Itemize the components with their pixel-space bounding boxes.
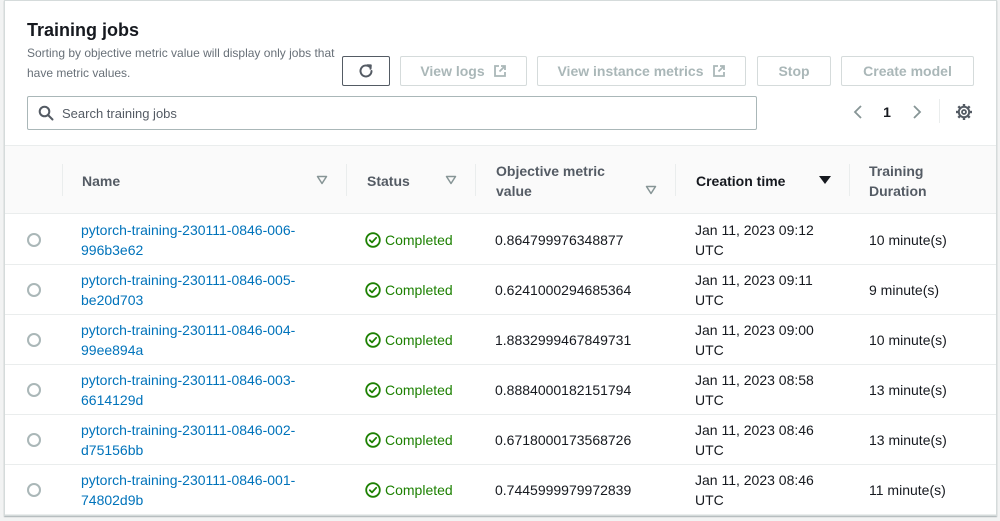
objective-value: 0.7445999979972839 [495,482,632,498]
training-duration: 10 minute(s) [869,232,947,248]
sort-triangle-icon[interactable] [645,185,657,195]
creation-time: Jan 11, 2023 09:00 UTC [695,322,814,358]
status-label: Completed [385,232,453,248]
creation-time: Jan 11, 2023 09:11 UTC [695,272,813,308]
training-jobs-panel: Training jobs Sorting by objective metri… [4,0,997,516]
check-circle-icon [365,332,381,348]
job-name-link[interactable]: pytorch-training-230111-0846-003-6614129… [81,370,331,410]
search-box[interactable] [27,96,757,130]
job-name-link[interactable]: pytorch-training-230111-0846-005-be20d70… [81,270,331,310]
view-logs-label: View logs [420,63,485,79]
training-duration: 13 minute(s) [869,382,947,398]
status-badge: Completed [365,430,453,450]
table-row: pytorch-training-230111-0846-001-74802d9… [5,465,996,515]
creation-time: Jan 11, 2023 09:12 UTC [695,222,814,258]
stop-button[interactable]: Stop [757,56,831,86]
creation-time: Jan 11, 2023 08:46 UTC [695,472,814,508]
external-link-icon [493,65,506,77]
row-select-radio[interactable] [27,383,41,397]
status-badge: Completed [365,280,453,300]
chevron-left-icon [853,105,862,119]
previous-page-button[interactable] [848,101,868,123]
check-circle-icon [365,382,381,398]
status-badge: Completed [365,330,453,350]
column-name-label: Name [82,172,121,189]
job-name-link[interactable]: pytorch-training-230111-0846-002-d75156b… [81,420,331,460]
view-instance-metrics-button[interactable]: View instance metrics [537,56,746,86]
preferences-button[interactable] [953,101,975,123]
column-divider [849,164,850,196]
check-circle-icon [365,282,381,298]
view-instance-metrics-label: View instance metrics [557,63,704,79]
job-name-link[interactable]: pytorch-training-230111-0846-001-74802d9… [81,470,331,510]
training-duration: 13 minute(s) [869,432,947,448]
status-badge: Completed [365,480,453,500]
sort-triangle-icon[interactable] [316,175,328,185]
column-creation-time-label: Creation time [696,172,786,189]
creation-time: Jan 11, 2023 08:46 UTC [695,422,814,458]
status-badge: Completed [365,380,453,400]
job-name-link[interactable]: pytorch-training-230111-0846-004-99ee894… [81,320,331,360]
column-status-label: Status [367,172,410,189]
column-training-duration-label: Training Duration [869,162,927,199]
search-input[interactable] [62,97,756,129]
status-label: Completed [385,382,453,398]
row-select-radio[interactable] [27,483,41,497]
column-objective-label: Objective metric value [496,162,605,199]
refresh-button[interactable] [342,56,390,86]
row-select-radio[interactable] [27,433,41,447]
sort-triangle-icon[interactable] [445,175,457,185]
external-link-icon [712,65,725,77]
objective-value: 0.6241000294685364 [495,282,632,298]
page-description: Sorting by objective metric value will d… [27,46,335,80]
column-header-training-duration[interactable]: Training Duration [869,146,949,215]
column-divider [62,164,63,196]
column-header-creation-time[interactable]: Creation time [696,146,785,215]
check-circle-icon [365,482,381,498]
column-header-objective[interactable]: Objective metric value [496,146,626,215]
pagination-divider [939,99,940,123]
status-label: Completed [385,482,453,498]
table-row: pytorch-training-230111-0846-006-996b3e6… [5,215,996,265]
table-header: Name Status Objective metric value Creat… [5,145,996,215]
row-select-radio[interactable] [27,233,41,247]
objective-value: 0.864799976348877 [495,232,624,248]
column-header-name[interactable]: Name [82,146,120,215]
training-duration: 10 minute(s) [869,332,947,348]
objective-value: 1.8832999467849731 [495,332,632,348]
status-badge: Completed [365,230,453,250]
chevron-right-icon [913,105,922,119]
status-label: Completed [385,332,453,348]
status-label: Completed [385,282,453,298]
table-row: pytorch-training-230111-0846-002-d75156b… [5,415,996,465]
column-header-status[interactable]: Status [367,146,410,215]
job-name-link[interactable]: pytorch-training-230111-0846-006-996b3e6… [81,220,331,260]
check-circle-icon [365,432,381,448]
column-divider [346,164,347,196]
objective-value: 0.6718000173568726 [495,432,632,448]
next-page-button[interactable] [907,101,927,123]
row-select-radio[interactable] [27,333,41,347]
create-model-button[interactable]: Create model [841,56,974,86]
view-logs-button[interactable]: View logs [400,56,527,86]
table-row: pytorch-training-230111-0846-004-99ee894… [5,315,996,365]
objective-value: 0.8884000182151794 [495,382,632,398]
search-icon [38,105,54,121]
gear-icon [956,104,972,120]
table-row: pytorch-training-230111-0846-003-6614129… [5,365,996,415]
column-divider [675,164,676,196]
status-label: Completed [385,432,453,448]
page-title: Training jobs [27,20,140,40]
check-circle-icon [365,232,381,248]
refresh-icon [359,64,373,78]
creation-time: Jan 11, 2023 08:58 UTC [695,372,814,408]
row-select-radio[interactable] [27,283,41,297]
training-duration: 11 minute(s) [869,482,946,498]
column-divider [475,164,476,196]
sort-descending-icon[interactable] [818,175,832,185]
table-row: pytorch-training-230111-0846-005-be20d70… [5,265,996,315]
training-duration: 9 minute(s) [869,282,940,298]
page-number-1[interactable]: 1 [877,101,897,123]
